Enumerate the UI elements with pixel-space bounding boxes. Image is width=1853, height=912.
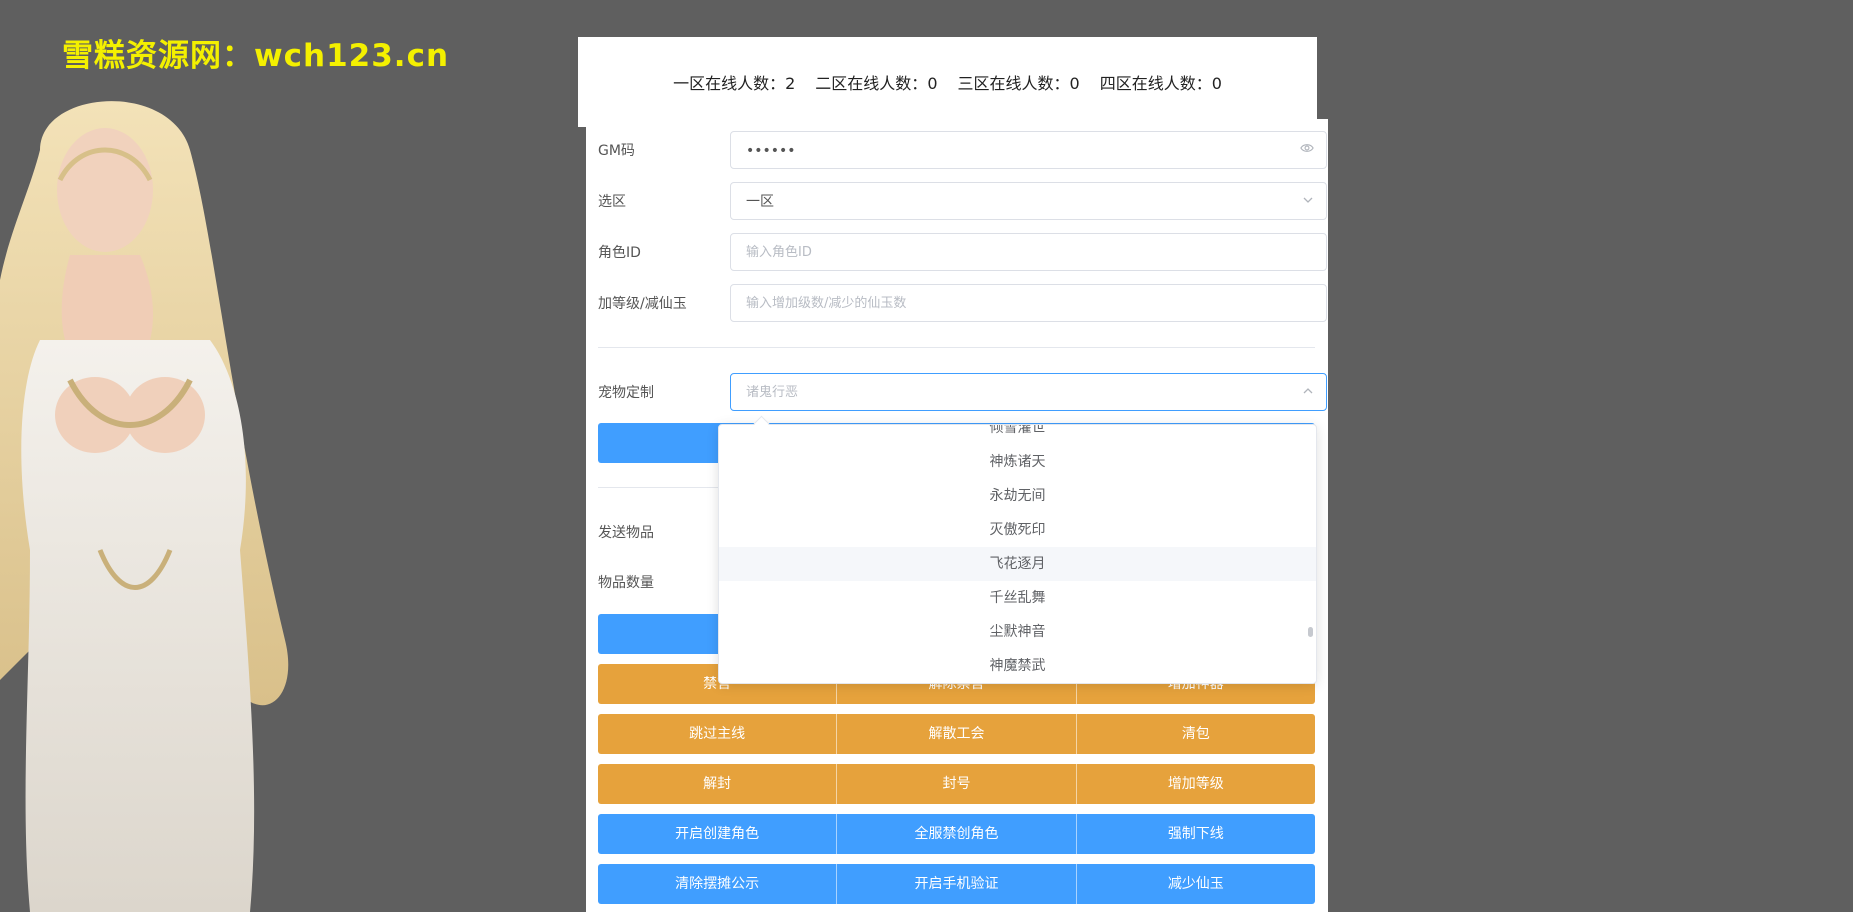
item-qty-label: 物品数量 xyxy=(598,575,654,591)
enable-phone-verify-button[interactable]: 开启手机验证 xyxy=(837,864,1077,904)
eye-icon[interactable] xyxy=(1300,132,1314,170)
pet-select[interactable]: 诸鬼行恶 xyxy=(730,373,1327,411)
pet-row: 宠物定制 诸鬼行恶 xyxy=(598,373,1327,413)
skip-mainline-button[interactable]: 跳过主线 xyxy=(598,714,838,754)
add-level-button[interactable]: 增加等级 xyxy=(1076,764,1315,804)
level-jade-input[interactable]: 输入增加级数/减少的仙玉数 xyxy=(730,284,1327,322)
send-item-label: 发送物品 xyxy=(598,525,654,541)
ban-create-role-button[interactable]: 全服禁创角色 xyxy=(837,814,1077,854)
reduce-jade-button[interactable]: 减少仙玉 xyxy=(1076,864,1315,904)
divider xyxy=(598,347,1315,348)
dropdown-option[interactable]: 尘默神音 xyxy=(719,615,1316,649)
zone1-online: 一区在线人数：2 xyxy=(673,74,796,93)
dropdown-option-hovered[interactable]: 飞花逐月 xyxy=(719,547,1316,581)
level-jade-label: 加等级/减仙玉 xyxy=(598,296,687,312)
zone2-online: 二区在线人数：0 xyxy=(815,74,938,93)
pet-label: 宠物定制 xyxy=(598,385,654,401)
chevron-up-icon xyxy=(1302,374,1314,412)
dropdown-option[interactable]: 灭傲死印 xyxy=(719,513,1316,547)
force-offline-button[interactable]: 强制下线 xyxy=(1076,814,1315,854)
unban-button[interactable]: 解封 xyxy=(598,764,838,804)
ban-account-button[interactable]: 封号 xyxy=(837,764,1077,804)
disband-guild-button[interactable]: 解散工会 xyxy=(837,714,1077,754)
zone-row: 选区 一区 xyxy=(598,182,1327,222)
gm-code-input[interactable]: •••••• xyxy=(730,131,1327,169)
role-id-label: 角色ID xyxy=(598,245,641,261)
role-id-input[interactable]: 输入角色ID xyxy=(730,233,1327,271)
dropdown-option[interactable]: 千丝乱舞 xyxy=(719,581,1316,615)
dropdown-option[interactable]: 倾雪灌世 xyxy=(719,425,1316,445)
pet-dropdown: 倾雪灌世 神炼诸天 永劫无间 灭傲死印 飞花逐月 千丝乱舞 尘默神音 神魔禁武 xyxy=(718,424,1317,684)
action-row-4: 开启创建角色 全服禁创角色 强制下线 xyxy=(598,814,1315,854)
dropdown-option[interactable]: 永劫无间 xyxy=(719,479,1316,513)
zone3-online: 三区在线人数：0 xyxy=(957,74,1080,93)
character-illustration xyxy=(0,101,289,912)
chevron-down-icon xyxy=(1302,183,1314,221)
dropdown-option[interactable]: 神炼诸天 xyxy=(719,445,1316,479)
action-row-3: 解封 封号 增加等级 xyxy=(598,764,1315,804)
clear-bag-button[interactable]: 清包 xyxy=(1076,714,1315,754)
enable-create-role-button[interactable]: 开启创建角色 xyxy=(598,814,838,854)
clear-stall-notice-button[interactable]: 清除摆摊公示 xyxy=(598,864,838,904)
online-count-bar: 一区在线人数：2 二区在线人数：0 三区在线人数：0 四区在线人数：0 xyxy=(578,37,1317,127)
dropdown-scrollbar[interactable] xyxy=(1308,627,1313,637)
dropdown-option[interactable]: 神魔禁武 xyxy=(719,649,1316,683)
level-jade-row: 加等级/减仙玉 输入增加级数/减少的仙玉数 xyxy=(598,284,1327,324)
action-row-5: 清除摆摊公示 开启手机验证 减少仙玉 xyxy=(598,864,1315,904)
gm-code-label: GM码 xyxy=(598,143,635,159)
role-id-row: 角色ID 输入角色ID xyxy=(598,233,1327,273)
gm-code-row: GM码 •••••• xyxy=(598,131,1327,171)
zone-label: 选区 xyxy=(598,194,626,210)
action-row-2: 跳过主线 解散工会 清包 xyxy=(598,714,1315,754)
zone-select[interactable]: 一区 xyxy=(730,182,1327,220)
zone4-online: 四区在线人数：0 xyxy=(1099,74,1222,93)
site-watermark: 雪糕资源网：wch123.cn xyxy=(62,38,450,74)
